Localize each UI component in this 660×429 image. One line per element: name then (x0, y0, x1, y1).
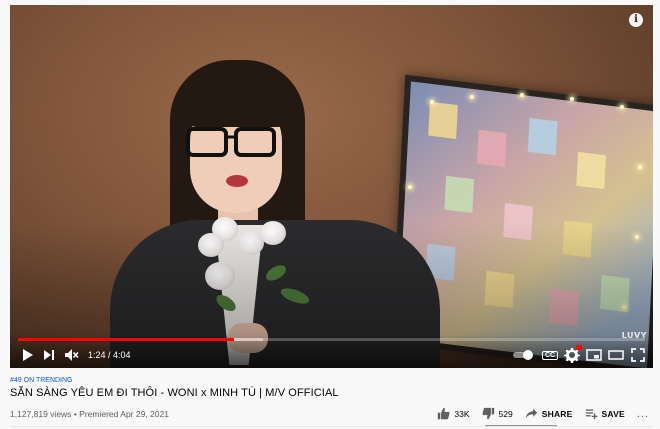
play-icon (23, 349, 33, 361)
progress-played (18, 338, 234, 341)
like-button[interactable]: 33K (437, 407, 470, 420)
view-count: 1,127,819 views (10, 409, 72, 419)
more-actions-button[interactable]: ... (637, 408, 649, 420)
player-controls: 1:24 / 4:04 CC (10, 334, 653, 368)
volume-muted-icon (65, 349, 79, 361)
video-frame[interactable] (10, 5, 653, 368)
miniplayer-button[interactable] (583, 344, 605, 366)
video-player[interactable]: i LUVY 1:24 / 4:04 CC (10, 5, 653, 368)
save-button[interactable]: SAVE (585, 407, 625, 420)
settings-button[interactable] (561, 344, 583, 366)
fullscreen-icon (631, 348, 645, 362)
subtitles-icon: CC (541, 350, 559, 360)
video-stats: 1,127,819 views • Premiered Apr 29, 2021 (10, 409, 169, 419)
autoplay-toggle[interactable] (511, 350, 533, 360)
dislike-button[interactable]: 529 (482, 407, 513, 420)
share-button[interactable]: SHARE (525, 407, 573, 420)
like-count: 33K (454, 408, 470, 419)
next-button[interactable] (38, 344, 60, 366)
thumbs-up-icon (438, 407, 450, 420)
fullscreen-button[interactable] (627, 344, 649, 366)
trending-badge[interactable]: #49 ON TRENDING (10, 377, 653, 384)
stats-separator: • (73, 409, 77, 419)
video-metadata: #49 ON TRENDING SẴN SÀNG YÊU EM ĐI THÔI … (10, 377, 653, 427)
time-display: 1:24 / 4:04 (88, 350, 131, 360)
dislike-count: 529 (498, 408, 513, 419)
share-icon (525, 408, 537, 419)
save-label: SAVE (601, 408, 625, 419)
miniplayer-icon (586, 349, 602, 361)
thumbs-down-icon (482, 407, 494, 420)
mute-button[interactable] (60, 344, 82, 366)
share-label: SHARE (541, 408, 573, 419)
hd-badge (576, 345, 582, 350)
playlist-add-icon (585, 409, 597, 420)
video-title: SẴN SÀNG YÊU EM ĐI THÔI - WONI x MINH TÚ… (10, 387, 339, 399)
progress-bar[interactable] (18, 338, 645, 341)
play-button[interactable] (16, 344, 38, 366)
premiere-date: Premiered Apr 29, 2021 (79, 409, 169, 419)
info-icon[interactable]: i (629, 13, 643, 27)
theater-mode-icon (608, 350, 624, 360)
divider (10, 426, 653, 427)
theater-mode-button[interactable] (605, 344, 627, 366)
next-icon (44, 350, 54, 360)
subtitles-button[interactable]: CC (539, 344, 561, 366)
video-actions: 33K 529 SHARE SAVE ... (425, 407, 649, 420)
